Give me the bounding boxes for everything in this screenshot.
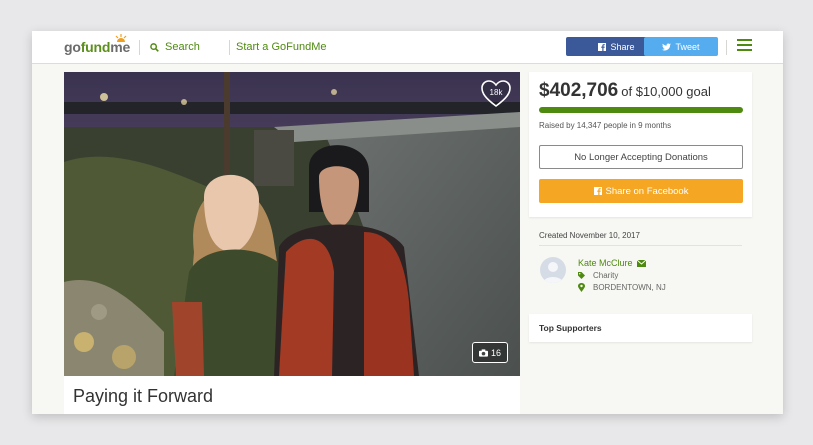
search-label: Search	[165, 41, 200, 53]
tag-icon	[578, 272, 585, 279]
photo-gallery-button[interactable]: 16	[472, 342, 508, 363]
share-on-facebook-button[interactable]: Share on Facebook	[539, 179, 743, 203]
user-icon	[543, 262, 563, 283]
progress-bar	[539, 107, 743, 113]
share-on-facebook-label: Share on Facebook	[605, 185, 689, 197]
browser-window: gofundme Search Start a GoFundMe Share T…	[32, 31, 783, 414]
donation-card: $402,706 of $10,000 goal Raised by 14,34…	[529, 72, 752, 217]
raised-by-text: Raised by 14,347 people in 9 months	[539, 121, 672, 130]
created-date: Created November 10, 2017	[539, 231, 640, 240]
organizer-location-label: BORDENTOWN, NJ	[593, 283, 666, 292]
search-icon	[150, 42, 159, 52]
divider	[539, 245, 742, 246]
amount-raised: $402,706 of $10,000 goal	[539, 80, 711, 102]
favorite-count: 18k	[489, 88, 503, 97]
camera-icon	[478, 348, 488, 357]
twitter-icon	[662, 42, 672, 50]
raised-amount: $402,706	[539, 80, 619, 101]
facebook-icon	[593, 187, 602, 195]
facebook-icon	[598, 42, 607, 51]
photo-count-label: 16	[490, 347, 501, 358]
favorite-button[interactable]: 18k	[481, 80, 511, 108]
location-pin-icon	[578, 283, 585, 292]
nav-divider	[229, 40, 230, 55]
tweet-button[interactable]: Tweet	[644, 37, 718, 56]
logo-text-go: go	[64, 39, 81, 55]
organizer-location: BORDENTOWN, NJ	[578, 283, 666, 292]
campaign-photo[interactable]: 18k 16	[64, 72, 520, 376]
top-supporters-section[interactable]: Top Supporters	[529, 314, 752, 342]
tweet-label: Tweet	[675, 41, 700, 52]
top-navigation-bar: gofundme Search Start a GoFundMe Share T…	[32, 31, 783, 64]
organizer-avatar[interactable]	[540, 257, 566, 283]
envelope-icon[interactable]	[636, 259, 646, 267]
campaign-title: Paying it Forward	[73, 386, 214, 406]
organizer-category: Charity	[578, 271, 618, 280]
search-link[interactable]: Search	[150, 41, 200, 53]
top-supporters-heading: Top Supporters	[539, 323, 602, 333]
share-label: Share	[610, 41, 635, 52]
campaign-photo-image	[64, 72, 520, 376]
logo-sun-icon	[115, 34, 127, 42]
campaign-title-card: Paying it Forward	[64, 376, 520, 414]
hamburger-menu-icon[interactable]	[737, 39, 752, 53]
logo-text-fund: fund	[80, 39, 111, 55]
goal-amount: of $10,000 goal	[621, 84, 711, 99]
organizer-name-link[interactable]: Kate McClure	[578, 258, 646, 268]
organizer-name: Kate McClure	[578, 258, 633, 268]
organizer-category-label: Charity	[593, 271, 619, 280]
nav-divider	[139, 40, 140, 55]
start-gofundme-link[interactable]: Start a GoFundMe	[236, 41, 327, 53]
no-longer-accepting-button[interactable]: No Longer Accepting Donations	[539, 145, 743, 169]
nav-divider	[726, 40, 727, 55]
